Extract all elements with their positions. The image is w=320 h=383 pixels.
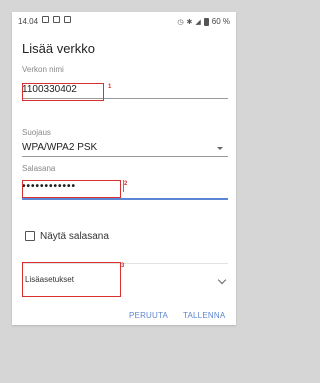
chevron-down-icon[interactable] bbox=[217, 275, 227, 285]
security-label: Suojaus bbox=[22, 128, 51, 137]
battery-icon bbox=[203, 17, 209, 26]
show-password-checkbox[interactable] bbox=[25, 231, 35, 241]
annotation-box-2 bbox=[22, 180, 121, 198]
image-icon bbox=[53, 16, 60, 23]
status-time: 14.04 bbox=[18, 17, 39, 26]
signal-icon: ◢ bbox=[195, 18, 201, 26]
annotation-marker-3: 3 bbox=[121, 263, 125, 269]
annotation-box-3 bbox=[22, 262, 121, 297]
battery-percent: 60 % bbox=[211, 17, 230, 26]
annotation-marker-2: 2 bbox=[124, 181, 128, 187]
bluetooth-icon: ✱ bbox=[186, 18, 193, 26]
status-bar: 14.04 ◷ ✱ ◢ 60 % bbox=[12, 12, 236, 30]
dialog-title: Lisää verkko bbox=[22, 41, 95, 56]
password-underline bbox=[22, 198, 228, 200]
add-network-dialog: 14.04 ◷ ✱ ◢ 60 % Lisää verkko Verkon nim… bbox=[12, 12, 236, 325]
password-label: Salasana bbox=[22, 164, 56, 173]
status-left-icons bbox=[42, 16, 71, 23]
sim-icon bbox=[64, 16, 71, 23]
show-password-label[interactable]: Näytä salasana bbox=[40, 231, 109, 242]
notification-icon bbox=[42, 16, 49, 23]
annotation-box-1 bbox=[22, 83, 104, 101]
dropdown-arrow-icon[interactable] bbox=[217, 147, 223, 150]
annotation-marker-1: 1 bbox=[108, 84, 112, 90]
alarm-icon: ◷ bbox=[177, 18, 184, 26]
security-select[interactable]: WPA/WPA2 PSK bbox=[22, 142, 97, 153]
status-right-icons: ◷ ✱ ◢ 60 % bbox=[177, 17, 230, 26]
security-underline bbox=[22, 156, 228, 157]
network-name-label: Verkon nimi bbox=[22, 65, 64, 74]
save-button[interactable]: TALLENNA bbox=[183, 311, 225, 320]
cancel-button[interactable]: PERUUTA bbox=[129, 311, 168, 320]
